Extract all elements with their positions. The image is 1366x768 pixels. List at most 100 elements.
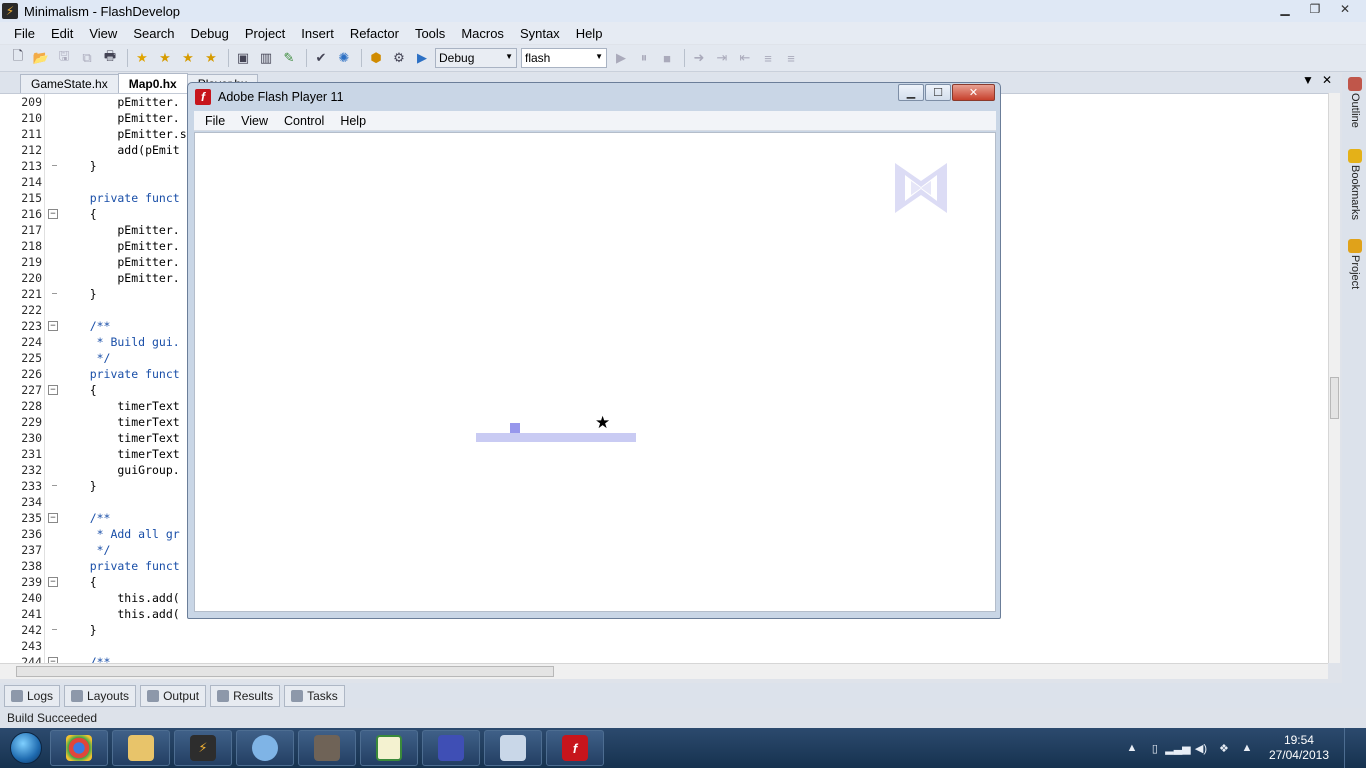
flash-menu-control[interactable]: Control [276,114,332,128]
clock-date: 27/04/2013 [1268,748,1329,762]
flash-stage[interactable]: ★ [194,132,996,612]
close-button[interactable]: ✕ [1330,0,1360,18]
step-out-icon[interactable]: ⇤ [735,48,755,68]
fold-toggle-icon[interactable]: − [48,209,58,219]
panel-tab-layouts[interactable]: Layouts [64,684,137,707]
new-file-icon[interactable]: 🗋 [8,48,28,68]
split-view-icon[interactable]: ▥ [256,48,276,68]
line-number: 237 [21,543,42,557]
restore-button[interactable]: ❐ [1300,0,1330,18]
menu-syntax[interactable]: Syntax [512,26,568,41]
gear-icon[interactable]: ⚙ [389,48,409,68]
outdent-icon[interactable]: ≡ [781,48,801,68]
command-prompt-icon[interactable]: ▣ [233,48,253,68]
device-icon[interactable]: ▯ [1148,741,1162,755]
flash-menu-help[interactable]: Help [332,114,374,128]
panel-tab-results[interactable]: Results [210,684,281,707]
bookmark-toggle-icon[interactable]: ★ [132,48,152,68]
windows-taskbar: ⚡ f ▲ ▯ ▂▃▅ ◀) ❖ ▲ 19:54 27/04/2013 [0,728,1366,768]
step-into-icon[interactable]: ⇥ [712,48,732,68]
build-project-icon[interactable]: ⬢ [366,48,386,68]
network-signal-icon[interactable]: ▂▃▅ [1165,741,1190,755]
volume-icon[interactable]: ◀) [1194,741,1208,755]
settings-wheel-icon[interactable]: ✺ [334,48,354,68]
editor-horizontal-scrollbar[interactable] [0,663,1328,679]
code-line[interactable]: 242 } [21,622,1314,638]
menu-insert[interactable]: Insert [293,26,342,41]
print-icon[interactable]: 🖶 [100,48,120,68]
panel-tab-tasks[interactable]: Tasks [284,684,345,707]
menu-project[interactable]: Project [237,26,293,41]
dropbox-icon[interactable]: ❖ [1217,741,1231,755]
dock-tab-outline[interactable]: Outline [1346,77,1364,128]
clock-time: 19:54 [1283,733,1314,747]
menu-search[interactable]: Search [125,26,182,41]
flash-minimize-button[interactable]: ▁ [898,84,924,101]
taskbar-tetris[interactable] [422,730,480,766]
bookmark-clear-icon[interactable]: ★ [201,48,221,68]
line-number: 242 [21,623,42,637]
bookmark-prev-icon[interactable]: ★ [178,48,198,68]
menu-file[interactable]: File [6,26,43,41]
taskbar-chrome[interactable] [50,730,108,766]
fold-toggle-icon[interactable]: − [48,513,58,523]
step-over-icon[interactable]: ➜ [689,48,709,68]
minimize-button[interactable]: ▁ [1270,0,1300,18]
menu-debug[interactable]: Debug [183,26,237,41]
menu-help[interactable]: Help [568,26,611,41]
dock-tab-project[interactable]: Project [1346,239,1364,289]
tab-gamestate[interactable]: GameState.hx [20,74,119,93]
menu-macros[interactable]: Macros [453,26,512,41]
taskbar-notepad[interactable] [360,730,418,766]
menu-tools[interactable]: Tools [407,26,453,41]
debug-stop-icon[interactable]: ■ [657,48,677,68]
taskbar-flashdevelop[interactable]: ⚡ [174,730,232,766]
close-tab-icon[interactable]: ✕ [1322,73,1332,87]
fold-toggle-icon[interactable]: − [48,321,58,331]
code-line[interactable]: 244− /** [21,654,1314,663]
check-syntax-icon[interactable]: ✔ [311,48,331,68]
tab-map0[interactable]: Map0.hx [117,73,188,93]
dock-tab-bookmarks[interactable]: Bookmarks [1346,149,1364,220]
open-file-icon[interactable]: 📂 [31,48,51,68]
flash-close-button[interactable]: ✕ [952,84,995,101]
debug-continue-icon[interactable]: ▶ [611,48,631,68]
tab-list-chevron-icon[interactable]: ▼ [1302,73,1314,87]
fold-toggle-icon[interactable]: − [48,577,58,587]
target-platform-select[interactable]: flash ▼ [521,48,607,68]
show-desktop-button[interactable] [1344,728,1354,768]
taskbar-explorer[interactable] [112,730,170,766]
bookmarks-icon [1348,149,1362,163]
clock[interactable]: 19:54 27/04/2013 [1269,733,1329,763]
taskbar-gimp[interactable] [298,730,356,766]
flash-menu-view[interactable]: View [233,114,276,128]
menu-edit[interactable]: Edit [43,26,81,41]
panel-tab-label: Results [233,688,274,703]
indent-icon[interactable]: ≡ [758,48,778,68]
build-config-select[interactable]: Debug ▼ [435,48,517,68]
scrollbar-thumb[interactable] [16,666,554,677]
google-drive-icon[interactable]: ▲ [1240,741,1254,755]
code-line[interactable]: 243 [21,638,1314,654]
toolbar-separator [127,49,128,67]
menu-view[interactable]: View [81,26,125,41]
start-button[interactable] [6,728,46,768]
scrollbar-thumb[interactable] [1330,377,1339,419]
panel-tab-logs[interactable]: Logs [4,684,61,707]
panel-tab-output[interactable]: Output [140,684,207,707]
test-movie-icon[interactable]: ▶ [412,48,432,68]
flash-menu-file[interactable]: File [197,114,233,128]
menu-refactor[interactable]: Refactor [342,26,407,41]
fold-toggle-icon[interactable]: − [48,385,58,395]
edit-tools-icon[interactable]: ✎ [279,48,299,68]
taskbar-finder[interactable] [236,730,294,766]
taskbar-calculator[interactable] [484,730,542,766]
bookmark-next-icon[interactable]: ★ [155,48,175,68]
show-hidden-icons-chevron[interactable]: ▲ [1125,741,1139,755]
save-all-icon[interactable]: ⧉ [77,48,97,68]
taskbar-flashplayer[interactable]: f [546,730,604,766]
debug-pause-icon[interactable]: ⏸ [634,48,654,68]
editor-vertical-scrollbar[interactable] [1328,93,1340,663]
save-icon[interactable]: 🖫 [54,48,74,68]
flash-maximize-button[interactable]: ☐ [925,84,951,101]
